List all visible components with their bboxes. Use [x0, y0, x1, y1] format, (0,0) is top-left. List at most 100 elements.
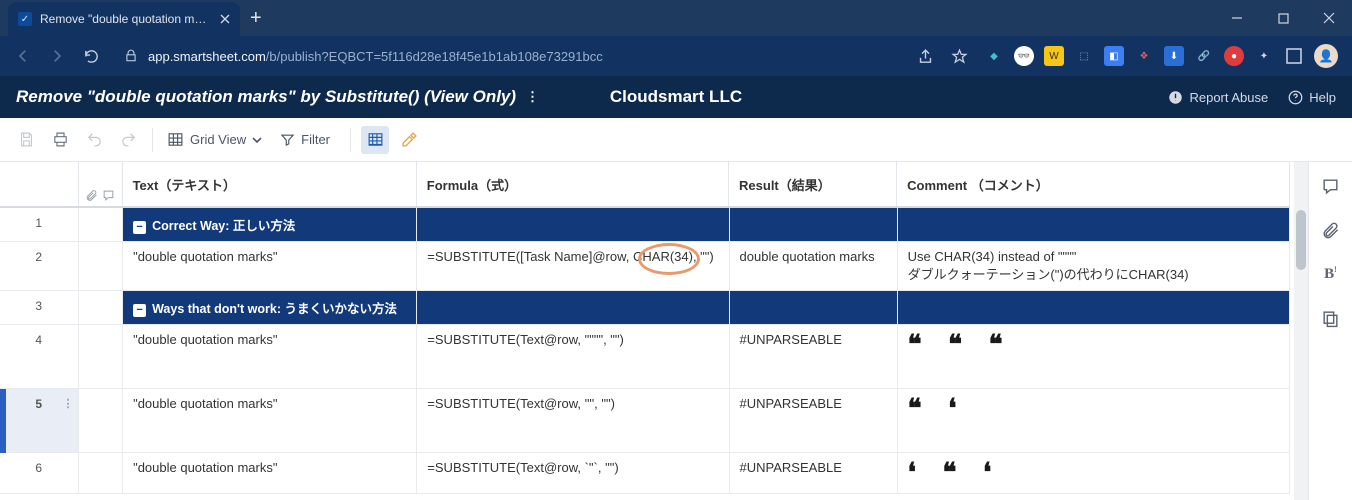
- row-number[interactable]: 3: [0, 291, 78, 325]
- undo-icon[interactable]: [80, 126, 108, 154]
- reload-button[interactable]: [76, 41, 106, 71]
- cell-formula[interactable]: =SUBSTITUTE([Task Name]@row, CHAR(34), "…: [417, 242, 729, 291]
- attachment-header[interactable]: [78, 162, 123, 207]
- row-number[interactable]: 6: [0, 453, 78, 494]
- format-icon[interactable]: [395, 126, 423, 154]
- table-row[interactable]: 3 −Ways that don't work: うまくいかない方法: [0, 291, 1290, 325]
- cell-formula[interactable]: =SUBSTITUTE(Text@row, '"', ""): [417, 389, 729, 453]
- scrollbar[interactable]: [1294, 162, 1308, 500]
- attachment-cell[interactable]: [78, 242, 123, 291]
- cell-text[interactable]: "double quotation marks": [123, 325, 417, 389]
- row-number-header[interactable]: [0, 162, 78, 207]
- cell-formula[interactable]: [417, 291, 729, 325]
- cell-formula[interactable]: =SUBSTITUTE(Text@row, `"`, ""): [417, 453, 729, 494]
- minimize-button[interactable]: [1214, 1, 1260, 35]
- attachment-cell[interactable]: [78, 291, 123, 325]
- close-window-button[interactable]: [1306, 1, 1352, 35]
- window-controls: [1214, 1, 1352, 35]
- cell-comment[interactable]: ❛ ❝ ❛: [897, 453, 1289, 494]
- cell-result[interactable]: [729, 291, 897, 325]
- save-icon[interactable]: [12, 126, 40, 154]
- brand-icon[interactable]: B!: [1321, 264, 1341, 284]
- close-icon[interactable]: [218, 12, 232, 26]
- view-switcher[interactable]: Grid View: [163, 131, 266, 148]
- column-header-formula[interactable]: Formula（式）: [417, 162, 729, 207]
- column-header-result[interactable]: Result（結果）: [729, 162, 897, 207]
- table-row[interactable]: 2 "double quotation marks"=SUBSTITUTE([Ta…: [0, 242, 1290, 291]
- filter-button[interactable]: Filter: [280, 132, 330, 147]
- cell-formula[interactable]: =SUBSTITUTE(Text@row, """", ""): [417, 325, 729, 389]
- row-number[interactable]: 5⋮: [0, 389, 78, 453]
- column-header-comment[interactable]: Comment （コメント）: [897, 162, 1289, 207]
- extension-icon[interactable]: ◆: [984, 46, 1004, 66]
- attachment-cell[interactable]: [78, 325, 123, 389]
- report-abuse-button[interactable]: Report Abuse: [1168, 90, 1268, 105]
- cell-result[interactable]: #UNPARSEABLE: [729, 325, 897, 389]
- maximize-button[interactable]: [1260, 1, 1306, 35]
- filter-icon: [280, 132, 295, 147]
- cell-result[interactable]: #UNPARSEABLE: [729, 453, 897, 494]
- table-row[interactable]: 5⋮ "double quotation marks"=SUBSTITUTE(Te…: [0, 389, 1290, 453]
- browser-tab[interactable]: ✓ Remove "double quotation mark…: [8, 2, 240, 36]
- url-input[interactable]: app.smartsheet.com/b/publish?EQBCT=5f116…: [116, 41, 900, 71]
- table-row[interactable]: 6 "double quotation marks"=SUBSTITUTE(Tex…: [0, 453, 1290, 494]
- sheet-menu-button[interactable]: ⋮: [526, 89, 541, 105]
- back-button[interactable]: [8, 41, 38, 71]
- extension-icon[interactable]: ◧: [1104, 46, 1124, 66]
- extensions-puzzle-icon[interactable]: ✦: [1254, 46, 1274, 66]
- redo-icon[interactable]: [114, 126, 142, 154]
- extension-icon[interactable]: ⬚: [1074, 46, 1094, 66]
- attachment-cell[interactable]: [78, 389, 123, 453]
- table-row[interactable]: 1 −Correct Way: 正しい方法: [0, 207, 1290, 242]
- cell-result[interactable]: [729, 207, 897, 242]
- print-icon[interactable]: [46, 126, 74, 154]
- cell-text[interactable]: −Correct Way: 正しい方法: [123, 207, 417, 242]
- cell-text[interactable]: "double quotation marks": [123, 242, 417, 291]
- scroll-thumb[interactable]: [1296, 210, 1306, 270]
- table-row[interactable]: 4 "double quotation marks"=SUBSTITUTE(Tex…: [0, 325, 1290, 389]
- collapse-icon[interactable]: −: [133, 304, 146, 317]
- collapse-icon[interactable]: −: [133, 221, 146, 234]
- sheet-title: Remove "double quotation marks" by Subst…: [16, 87, 516, 107]
- attachment-cell[interactable]: [78, 453, 123, 494]
- grid-density-icon[interactable]: [361, 126, 389, 154]
- tab-bar: ✓ Remove "double quotation mark… +: [0, 0, 1352, 36]
- toolbar-divider: [152, 128, 153, 152]
- attachment-cell[interactable]: [78, 207, 123, 242]
- cell-comment[interactable]: [897, 291, 1289, 325]
- new-tab-button[interactable]: +: [250, 7, 262, 30]
- profile-avatar[interactable]: 👤: [1314, 44, 1338, 68]
- column-header-text[interactable]: Text（テキスト）: [123, 162, 417, 207]
- cell-result[interactable]: double quotation marks: [729, 242, 897, 291]
- row-number[interactable]: 2: [0, 242, 78, 291]
- url-bar: app.smartsheet.com/b/publish?EQBCT=5f116…: [0, 36, 1352, 76]
- extension-icon[interactable]: 🔗: [1194, 46, 1214, 66]
- cell-comment[interactable]: [897, 207, 1289, 242]
- cell-text[interactable]: "double quotation marks": [123, 453, 417, 494]
- extension-bar: ◆ 👓 W ⬚ ◧ ❖ ⬇ 🔗 ● ✦ 👤: [978, 44, 1344, 68]
- forward-button[interactable]: [42, 41, 72, 71]
- chrome-tabs-icon[interactable]: [1284, 46, 1304, 66]
- extension-icon[interactable]: W: [1044, 46, 1064, 66]
- extension-icon[interactable]: ❖: [1134, 46, 1154, 66]
- extension-icon[interactable]: 👓: [1014, 46, 1034, 66]
- star-icon[interactable]: [944, 41, 974, 71]
- cell-comment[interactable]: Use CHAR(34) instead of """" ダブルクォーテーション…: [897, 242, 1289, 291]
- grid-area[interactable]: Text（テキスト） Formula（式） Result（結果） Comment…: [0, 162, 1294, 500]
- cell-result[interactable]: #UNPARSEABLE: [729, 389, 897, 453]
- cell-text[interactable]: −Ways that don't work: うまくいかない方法: [123, 291, 417, 325]
- row-number[interactable]: 4: [0, 325, 78, 389]
- cell-comment[interactable]: ❝ ❝ ❝: [897, 325, 1289, 389]
- copy-icon[interactable]: [1321, 308, 1341, 328]
- row-number[interactable]: 1: [0, 207, 78, 242]
- extension-icon[interactable]: ⬇: [1164, 46, 1184, 66]
- help-button[interactable]: Help: [1288, 90, 1336, 105]
- attachments-icon[interactable]: [1321, 220, 1341, 240]
- share-icon[interactable]: [910, 41, 940, 71]
- extension-icon[interactable]: ●: [1224, 46, 1244, 66]
- cell-text[interactable]: "double quotation marks": [123, 389, 417, 453]
- favicon-icon: ✓: [18, 12, 32, 26]
- cell-comment[interactable]: ❝ ❛: [897, 389, 1289, 453]
- cell-formula[interactable]: [417, 207, 729, 242]
- conversations-icon[interactable]: [1321, 176, 1341, 196]
